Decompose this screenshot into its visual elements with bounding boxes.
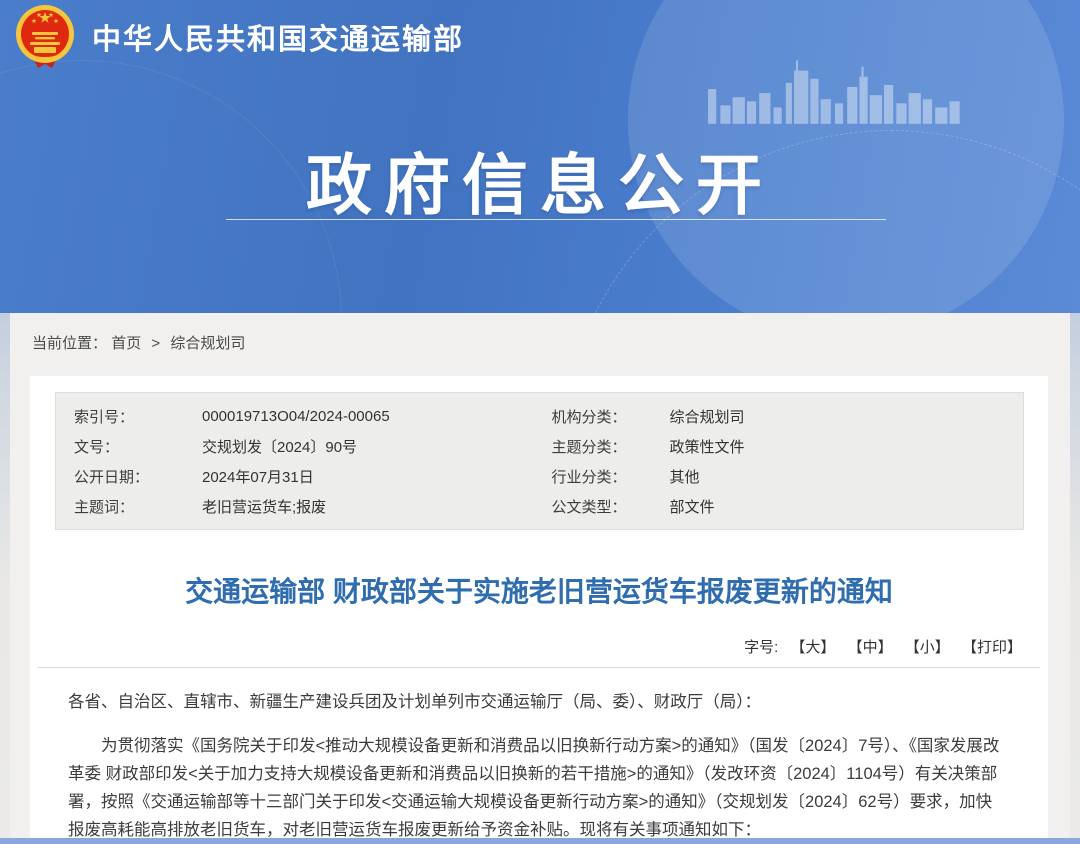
font-large-button[interactable]: 【大】 (790, 636, 835, 657)
meta-row-topic-category: 主题分类： 政策性文件 (540, 431, 1024, 461)
breadcrumb-label: 当前位置： (32, 335, 107, 352)
document-title: 交通运输部 财政部关于实施老旧营运货车报废更新的通知 (60, 570, 1018, 610)
meta-row-industry-category: 行业分类： 其他 (540, 461, 1024, 491)
meta-row-publish-date: 公开日期： 2024年07月31日 (56, 461, 540, 491)
meta-row-index-no: 索引号： 000019713O04/2024-00065 (56, 401, 540, 431)
font-small-button[interactable]: 【小】 (905, 636, 950, 657)
banner-title-underline (226, 219, 886, 220)
site-banner: 中华人民共和国交通运输部 政府信息公开 (0, 0, 1080, 313)
breadcrumb-home-link[interactable]: 首页 (111, 335, 141, 352)
breadcrumb-separator: > (151, 335, 160, 352)
document-card: 索引号： 000019713O04/2024-00065 机构分类： 综合规划司… (30, 376, 1048, 838)
meta-row-keywords: 主题词： 老旧营运货车;报废 (56, 491, 540, 521)
document-metadata-table: 索引号： 000019713O04/2024-00065 机构分类： 综合规划司… (55, 392, 1024, 530)
article-body: 各省、自治区、直辖市、新疆生产建设兵团及计划单列市交通运输厅（局、委）、财政厅（… (68, 688, 1008, 844)
site-name[interactable]: 中华人民共和国交通运输部 (92, 16, 464, 58)
national-emblem-icon[interactable] (14, 4, 76, 70)
font-medium-button[interactable]: 【中】 (848, 636, 893, 657)
banner-title: 政府信息公开 (0, 132, 1080, 228)
breadcrumb: 当前位置： 首页 > 综合规划司 (10, 313, 1070, 353)
gov-info-page: { "header": { "site_name": "中华人民共和国交通运输部… (0, 0, 1080, 838)
meta-row-org-category: 机构分类： 综合规划司 (540, 401, 1024, 431)
print-button[interactable]: 【打印】 (962, 636, 1022, 657)
meta-row-doc-type: 公文类型： 部文件 (540, 491, 1024, 521)
article-salutation: 各省、自治区、直辖市、新疆生产建设兵团及计划单列市交通运输厅（局、委）、财政厅（… (68, 688, 1008, 716)
site-header: 中华人民共和国交通运输部 (0, 0, 1080, 74)
meta-row-doc-no: 文号： 交规划发〔2024〕90号 (56, 431, 540, 461)
breadcrumb-section-link[interactable]: 综合规划司 (170, 335, 245, 352)
title-divider (38, 667, 1040, 668)
article-paragraph: 为贯彻落实《国务院关于印发<推动大规模设备更新和消费品以旧换新行动方案>的通知》… (68, 732, 1008, 844)
font-size-controls: 字号: 【大】 【中】 【小】 【打印】 (30, 636, 1022, 657)
content-area: 当前位置： 首页 > 综合规划司 索引号： 000019713O04/2024-… (10, 313, 1070, 838)
font-size-label: 字号: (744, 639, 778, 656)
